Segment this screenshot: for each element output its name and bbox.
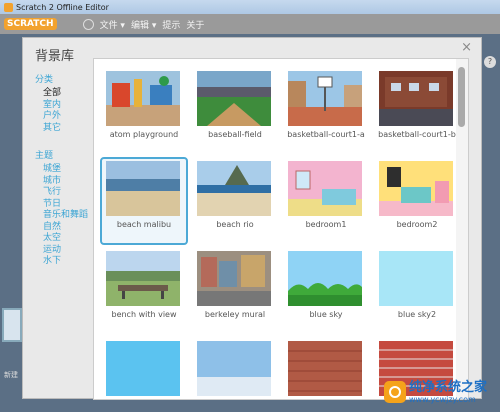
scratch-logo[interactable]: SCRATCH (4, 18, 57, 30)
app-icon (4, 2, 13, 12)
backdrop-tile[interactable]: bedroom1 (282, 157, 370, 245)
globe-icon[interactable] (82, 18, 94, 30)
backdrop-label: basketball-court1-b (378, 130, 456, 139)
watermark-url: www.ycwjzy.com (409, 395, 476, 404)
backdrop-tile[interactable]: baseball-field (191, 67, 279, 155)
backdrop-tile[interactable]: blue sky (282, 247, 370, 335)
new-backdrop-label: 新建 (4, 371, 18, 379)
theme-holiday[interactable]: 节日 (35, 199, 95, 211)
backdrop-thumbnail (197, 341, 271, 396)
theme-space[interactable]: 太空 (35, 233, 95, 245)
backdrop-tile[interactable]: atom playground (100, 67, 188, 155)
watermark: 纯净系统之家 www.ycwjzy.com (384, 372, 500, 412)
help-icon[interactable]: ? (484, 56, 496, 68)
menu-bar: SCRATCH 文件 ▾ 编辑 ▾ 提示 关于 (0, 14, 500, 34)
backdrop-label: beach malibu (116, 220, 172, 229)
backdrop-thumbnail (379, 161, 453, 216)
window-title-bar: Scratch 2 Offline Editor (0, 0, 500, 14)
backdrop-label: bedroom2 (396, 220, 438, 229)
watermark-text: 纯净系统之家 (409, 380, 488, 395)
backdrop-thumbnail (197, 161, 271, 216)
backdrop-tile[interactable]: beach rio (191, 157, 279, 245)
backdrop-thumbnail (197, 71, 271, 126)
backdrop-label: bench with view (111, 310, 177, 319)
backdrop-tile[interactable] (100, 337, 188, 399)
menu-file[interactable]: 文件 ▾ (100, 18, 125, 31)
backdrop-thumbnail (288, 71, 362, 126)
backdrop-tile[interactable]: bedroom2 (373, 157, 461, 245)
backdrop-label: basketball-court1-a (287, 130, 365, 139)
backdrop-thumbnail (288, 341, 362, 396)
backdrop-thumbnail (379, 71, 453, 126)
watermark-logo-icon (384, 381, 406, 403)
backdrop-library-dialog: 背景库 × 分类 全部 室内 户外 其它 主题 城堡 城市 飞行 节日 音乐和舞… (22, 37, 482, 400)
menu-about[interactable]: 关于 (186, 18, 204, 31)
backdrop-thumbnail (379, 251, 453, 306)
backdrop-tile[interactable]: blue sky2 (373, 247, 461, 335)
theme-flying[interactable]: 飞行 (35, 187, 95, 199)
backdrop-thumbnail (106, 251, 180, 306)
backdrop-label: beach rio (216, 220, 254, 229)
theme-music-dance[interactable]: 音乐和舞蹈 (35, 210, 95, 222)
category-sidebar: 分类 全部 室内 户外 其它 主题 城堡 城市 飞行 节日 音乐和舞蹈 自然 太… (35, 72, 95, 268)
category-indoors[interactable]: 室内 (35, 100, 95, 112)
theme-underwater[interactable]: 水下 (35, 256, 95, 268)
backdrop-label: atom playground (109, 130, 179, 139)
category-all[interactable]: 全部 (35, 88, 95, 100)
category-outdoors[interactable]: 户外 (35, 111, 95, 123)
backdrop-thumbnail (106, 161, 180, 216)
backdrop-label: bedroom1 (305, 220, 347, 229)
theme-heading: 主题 (35, 151, 54, 161)
backdrop-thumbnail (106, 71, 180, 126)
backdrop-tile[interactable]: basketball-court1-a (282, 67, 370, 155)
backdrop-tile-selected[interactable]: beach malibu (100, 157, 188, 245)
backdrop-tile[interactable] (282, 337, 370, 399)
backdrop-label: baseball-field (208, 130, 262, 139)
theme-city[interactable]: 城市 (35, 176, 95, 188)
stage-thumbnail[interactable] (2, 308, 22, 342)
theme-castle[interactable]: 城堡 (35, 164, 95, 176)
menu-edit[interactable]: 编辑 ▾ (131, 18, 156, 31)
menu-tips[interactable]: 提示 (162, 18, 180, 31)
window-title: Scratch 2 Offline Editor (16, 2, 109, 12)
backdrop-label: berkeley mural (204, 310, 266, 319)
backdrop-grid-panel: atom playground baseball-field basketbal… (93, 58, 469, 400)
backdrop-label: blue sky2 (397, 310, 437, 319)
scrollbar-thumb[interactable] (458, 67, 465, 127)
dialog-title: 背景库 (35, 49, 75, 64)
category-heading: 分类 (35, 75, 54, 85)
close-button[interactable]: × (461, 40, 472, 55)
category-other[interactable]: 其它 (35, 123, 95, 135)
backdrop-thumbnail (197, 251, 271, 306)
backdrop-grid: atom playground baseball-field basketbal… (100, 67, 461, 399)
vertical-scrollbar[interactable] (456, 59, 468, 399)
backdrop-tile[interactable]: basketball-court1-b (373, 67, 461, 155)
backdrop-thumbnail (288, 251, 362, 306)
backdrop-tile[interactable]: berkeley mural (191, 247, 279, 335)
backdrop-thumbnail (288, 161, 362, 216)
backdrop-label: blue sky (309, 310, 343, 319)
theme-nature[interactable]: 自然 (35, 222, 95, 234)
backdrop-tile[interactable]: bench with view (100, 247, 188, 335)
theme-sports[interactable]: 运动 (35, 245, 95, 257)
backdrop-thumbnail (106, 341, 180, 396)
backdrop-tile[interactable] (191, 337, 279, 399)
